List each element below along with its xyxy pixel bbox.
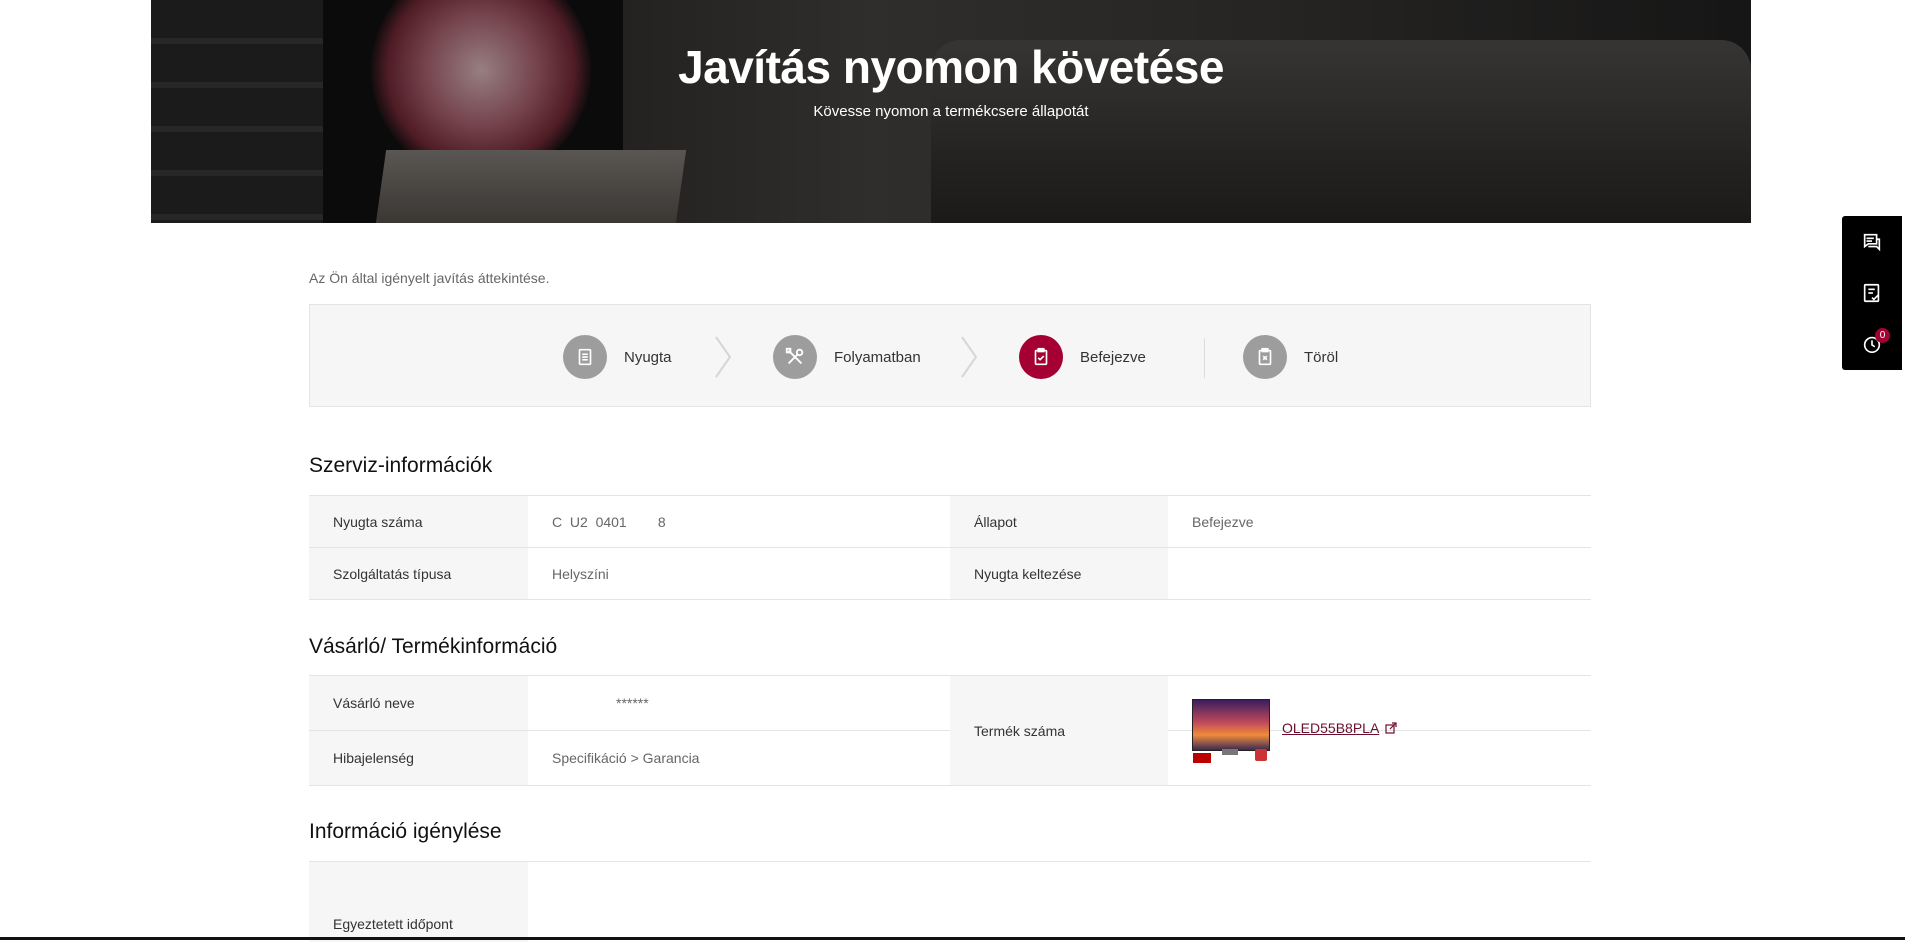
customer-info-title: Vásárló/ Termékinformáció bbox=[309, 635, 558, 658]
service-info-table: Nyugta száma C U2 0401 8 Állapot Befejez… bbox=[309, 495, 1591, 600]
status-label: Állapot bbox=[950, 496, 1168, 547]
step-label: Nyugta bbox=[624, 348, 672, 366]
step-label: Töröl bbox=[1304, 348, 1339, 366]
issue-value: Specifikáció > Garancia bbox=[552, 750, 700, 766]
page-title: Javítás nyomon követése bbox=[678, 41, 1224, 93]
receipt-number-label: Nyugta száma bbox=[309, 496, 528, 547]
tools-icon bbox=[785, 347, 804, 365]
product-image bbox=[1192, 698, 1270, 763]
step-label: Befejezve bbox=[1080, 348, 1146, 366]
service-type-value: Helyszíni bbox=[552, 565, 609, 582]
intro-text: Az Ön által igényelt javítás áttekintése… bbox=[309, 270, 550, 286]
progress-steps: Nyugta Folyamatban Befejezve Töröl bbox=[309, 304, 1591, 407]
service-info-title: Szerviz-információk bbox=[309, 454, 493, 477]
history-button[interactable]: 0 bbox=[1842, 318, 1902, 369]
clipboard-x-icon bbox=[1258, 347, 1272, 366]
agreed-time-label: Egyeztetett időpont bbox=[309, 862, 528, 942]
customer-info-table: Vásárló neve ****** Hibajelenség Specifi… bbox=[309, 675, 1591, 786]
page-subtitle: Kövesse nyomon a termékcsere állapotát bbox=[813, 103, 1089, 120]
customer-name-label: Vásárló neve bbox=[309, 676, 528, 730]
chevron-right-icon bbox=[715, 336, 732, 378]
table-row: Nyugta száma C U2 0401 8 Állapot Befejez… bbox=[309, 496, 1591, 548]
external-link-icon bbox=[1385, 721, 1397, 734]
service-type-label: Szolgáltatás típusa bbox=[309, 548, 528, 599]
hero-banner: Javítás nyomon követése Kövesse nyomon a… bbox=[151, 0, 1751, 223]
receipt-number-value: C U2 0401 8 bbox=[552, 513, 666, 530]
history-badge: 0 bbox=[1875, 328, 1890, 343]
chat-icon bbox=[1863, 233, 1881, 251]
step-label: Folyamatban bbox=[834, 348, 921, 366]
receipt-date-value bbox=[1168, 548, 1591, 599]
step-in-progress: Folyamatban bbox=[773, 335, 921, 379]
table-row: Hibajelenség Specifikáció > Garancia bbox=[309, 731, 950, 786]
checklist-button[interactable] bbox=[1842, 267, 1902, 318]
issue-label: Hibajelenség bbox=[309, 731, 528, 785]
receipt-date-label: Nyugta keltezése bbox=[950, 548, 1168, 599]
product-cell: Termék száma OLED55B8PLA bbox=[950, 676, 1591, 786]
floating-menu: 0 bbox=[1842, 216, 1902, 370]
chevron-right-icon bbox=[961, 336, 978, 378]
chat-button[interactable] bbox=[1842, 216, 1902, 267]
table-row: Egyeztetett időpont bbox=[309, 862, 1591, 942]
step-cancel: Töröl bbox=[1243, 335, 1338, 379]
agreed-time-value bbox=[528, 862, 1591, 942]
customer-name-value: ****** bbox=[616, 695, 649, 711]
checklist-icon bbox=[1863, 283, 1880, 302]
clipboard-check-icon bbox=[1034, 347, 1048, 366]
request-info-title: Információ igénylése bbox=[309, 820, 502, 843]
receipt-icon bbox=[578, 348, 592, 366]
table-row: Szolgáltatás típusa Helyszíni Nyugta kel… bbox=[309, 548, 1591, 600]
product-number-link[interactable]: OLED55B8PLA bbox=[1282, 720, 1397, 736]
status-value: Befejezve bbox=[1192, 513, 1254, 530]
step-receipt: Nyugta bbox=[563, 335, 672, 379]
product-number-label: Termék száma bbox=[950, 676, 1168, 785]
request-info-table: Egyeztetett időpont bbox=[309, 861, 1591, 942]
step-completed: Befejezve bbox=[1019, 335, 1146, 379]
